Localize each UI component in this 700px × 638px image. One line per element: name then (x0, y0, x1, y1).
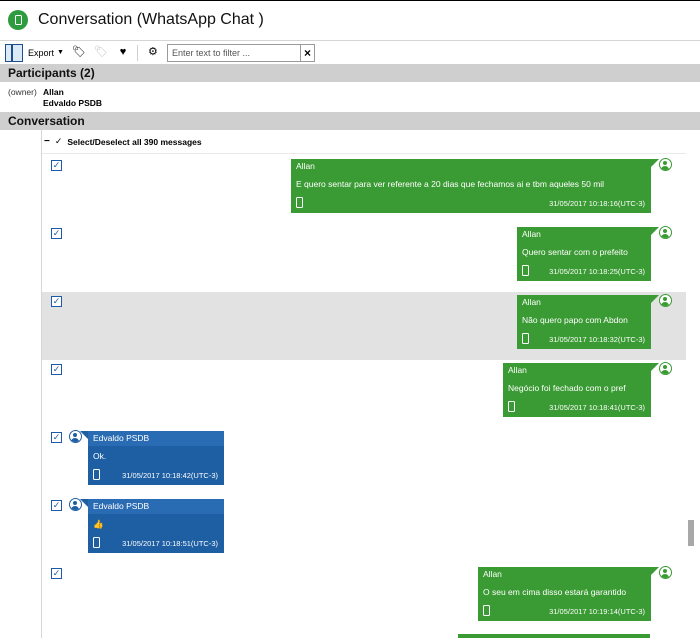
select-all-row[interactable]: − ✓ Select/Deselect all 390 messages (42, 130, 686, 154)
message-row: ✓ Allan Quero sentar com o prefeito 31/0… (42, 224, 686, 292)
message-sender: Edvaldo PSDB (88, 499, 224, 514)
scrollbar-thumb[interactable] (688, 520, 694, 546)
bubble-tail (651, 567, 659, 575)
avatar-icon (659, 226, 672, 239)
toolbar-divider (136, 44, 138, 61)
message-text: Ok. (93, 451, 107, 461)
phone-icon (93, 469, 100, 480)
message-row: ✓ Edvaldo PSDB Ok. 31/05/2017 10:18:42(U… (42, 428, 686, 496)
message-bubble-outgoing[interactable]: Allan E quero sentar para ver referente … (291, 159, 651, 213)
phone-icon (522, 333, 529, 344)
message-checkbox[interactable]: ✓ (51, 160, 62, 171)
participant-name: Allan (43, 87, 64, 97)
export-button[interactable]: Export ▼ (28, 48, 64, 58)
toolbar: Export ▼ 🏷 🏷 ♥ ⚙ × (0, 40, 700, 64)
message-bubble-incoming[interactable]: Edvaldo PSDB Ok. 31/05/2017 10:18:42(UTC… (88, 431, 224, 485)
message-timestamp: 31/05/2017 10:18:25(UTC-3) (549, 267, 645, 276)
message-checkbox[interactable]: ✓ (51, 228, 62, 239)
whatsapp-phone-icon (8, 9, 28, 30)
message-sender: Allan (517, 295, 651, 310)
message-timestamp: 31/05/2017 10:19:14(UTC-3) (549, 607, 645, 616)
participants-list: (owner) Allan Edvaldo PSDB (0, 84, 700, 110)
message-row: ✓ Allan E quero sentar para ver referent… (42, 156, 686, 224)
message-checkbox[interactable]: ✓ (51, 364, 62, 375)
phone-icon (522, 265, 529, 276)
conversation-header[interactable]: Conversation (0, 112, 700, 130)
conversation-panel: − ✓ Select/Deselect all 390 messages ✓ A… (0, 130, 700, 638)
message-checkbox[interactable]: ✓ (51, 568, 62, 579)
message-bubble-outgoing[interactable]: Allan O seu em cima disso estará garanti… (478, 567, 651, 621)
message-timestamp: 31/05/2017 10:18:41(UTC-3) (549, 403, 645, 412)
bubble-tail (651, 295, 659, 303)
bubble-tail (80, 499, 88, 507)
message-sender: Allan (478, 567, 651, 582)
phone-icon (93, 537, 100, 548)
message-sender: Allan (291, 159, 651, 174)
message-checkbox[interactable]: ✓ (51, 432, 62, 443)
tag-icon[interactable]: 🏷 (72, 47, 86, 59)
title-bar: Conversation (WhatsApp Chat ) (0, 1, 700, 38)
gear-icon[interactable]: ⚙ (146, 47, 160, 59)
message-text: Negócio foi fechado com o pref (508, 383, 626, 393)
message-timestamp: 31/05/2017 10:18:42(UTC-3) (122, 471, 218, 480)
phone-icon (508, 401, 515, 412)
collapse-icon[interactable]: − (44, 136, 50, 147)
panel-toggle-icon[interactable] (5, 43, 23, 62)
message-sender: Allan (517, 227, 651, 242)
owner-tag: (owner) (8, 87, 37, 97)
message-bubble-outgoing[interactable]: Allan Negócio foi fechado com o pref 31/… (503, 363, 651, 417)
bubble-tail (651, 363, 659, 371)
avatar-icon (659, 566, 672, 579)
bubble-tail (80, 431, 88, 439)
phone-icon (296, 197, 303, 208)
heart-tag-icon[interactable]: ♥ (116, 47, 130, 59)
message-timestamp: 31/05/2017 10:18:16(UTC-3) (549, 199, 645, 208)
window-title: Conversation (WhatsApp Chat ) (38, 10, 264, 28)
next-message-bubble-partial (458, 634, 650, 638)
message-bubble-outgoing[interactable]: Allan Quero sentar com o prefeito 31/05/… (517, 227, 651, 281)
message-row: ✓ Edvaldo PSDB 👍 31/05/2017 10:18:51(UTC… (42, 496, 686, 564)
filter-input[interactable] (166, 43, 301, 62)
clear-filter-button[interactable]: × (300, 43, 315, 62)
chevron-down-icon: ▼ (57, 49, 64, 56)
message-row-selected: ✓ Allan Não quero papo com Abdon 31/05/2… (42, 292, 686, 360)
participants-header[interactable]: Participants (2) (0, 64, 700, 82)
message-timestamp: 31/05/2017 10:18:51(UTC-3) (122, 539, 218, 548)
phone-icon (483, 605, 490, 616)
bubble-tail (651, 159, 659, 167)
message-checkbox[interactable]: ✓ (51, 296, 62, 307)
message-checkbox[interactable]: ✓ (51, 500, 62, 511)
message-bubble-incoming[interactable]: Edvaldo PSDB 👍 31/05/2017 10:18:51(UTC-3… (88, 499, 224, 553)
message-text: 👍 (93, 519, 104, 529)
untag-icon[interactable]: 🏷 (94, 47, 108, 59)
bubble-tail (651, 227, 659, 235)
message-text: E quero sentar para ver referente a 20 d… (296, 179, 605, 189)
left-gutter (0, 130, 41, 638)
message-bubble-outgoing[interactable]: Allan Não quero papo com Abdon 31/05/201… (517, 295, 651, 349)
message-text: Não quero papo com Abdon (522, 315, 628, 325)
checkmark-icon: ✓ (54, 136, 63, 146)
message-text: Quero sentar com o prefeito (522, 247, 628, 257)
message-text: O seu em cima disso estará garantido (483, 587, 627, 597)
avatar-icon (659, 362, 672, 375)
message-sender: Edvaldo PSDB (88, 431, 224, 446)
export-label: Export (28, 47, 55, 58)
message-timestamp: 31/05/2017 10:18:32(UTC-3) (549, 335, 645, 344)
message-sender: Allan (503, 363, 651, 378)
avatar-icon (659, 294, 672, 307)
avatar-icon (659, 158, 672, 171)
select-all-label: Select/Deselect all 390 messages (67, 136, 202, 147)
message-row: ✓ Allan O seu em cima disso estará garan… (42, 564, 686, 632)
message-row: ✓ Allan Negócio foi fechado com o pref 3… (42, 360, 686, 428)
participant-name: Edvaldo PSDB (43, 98, 103, 108)
